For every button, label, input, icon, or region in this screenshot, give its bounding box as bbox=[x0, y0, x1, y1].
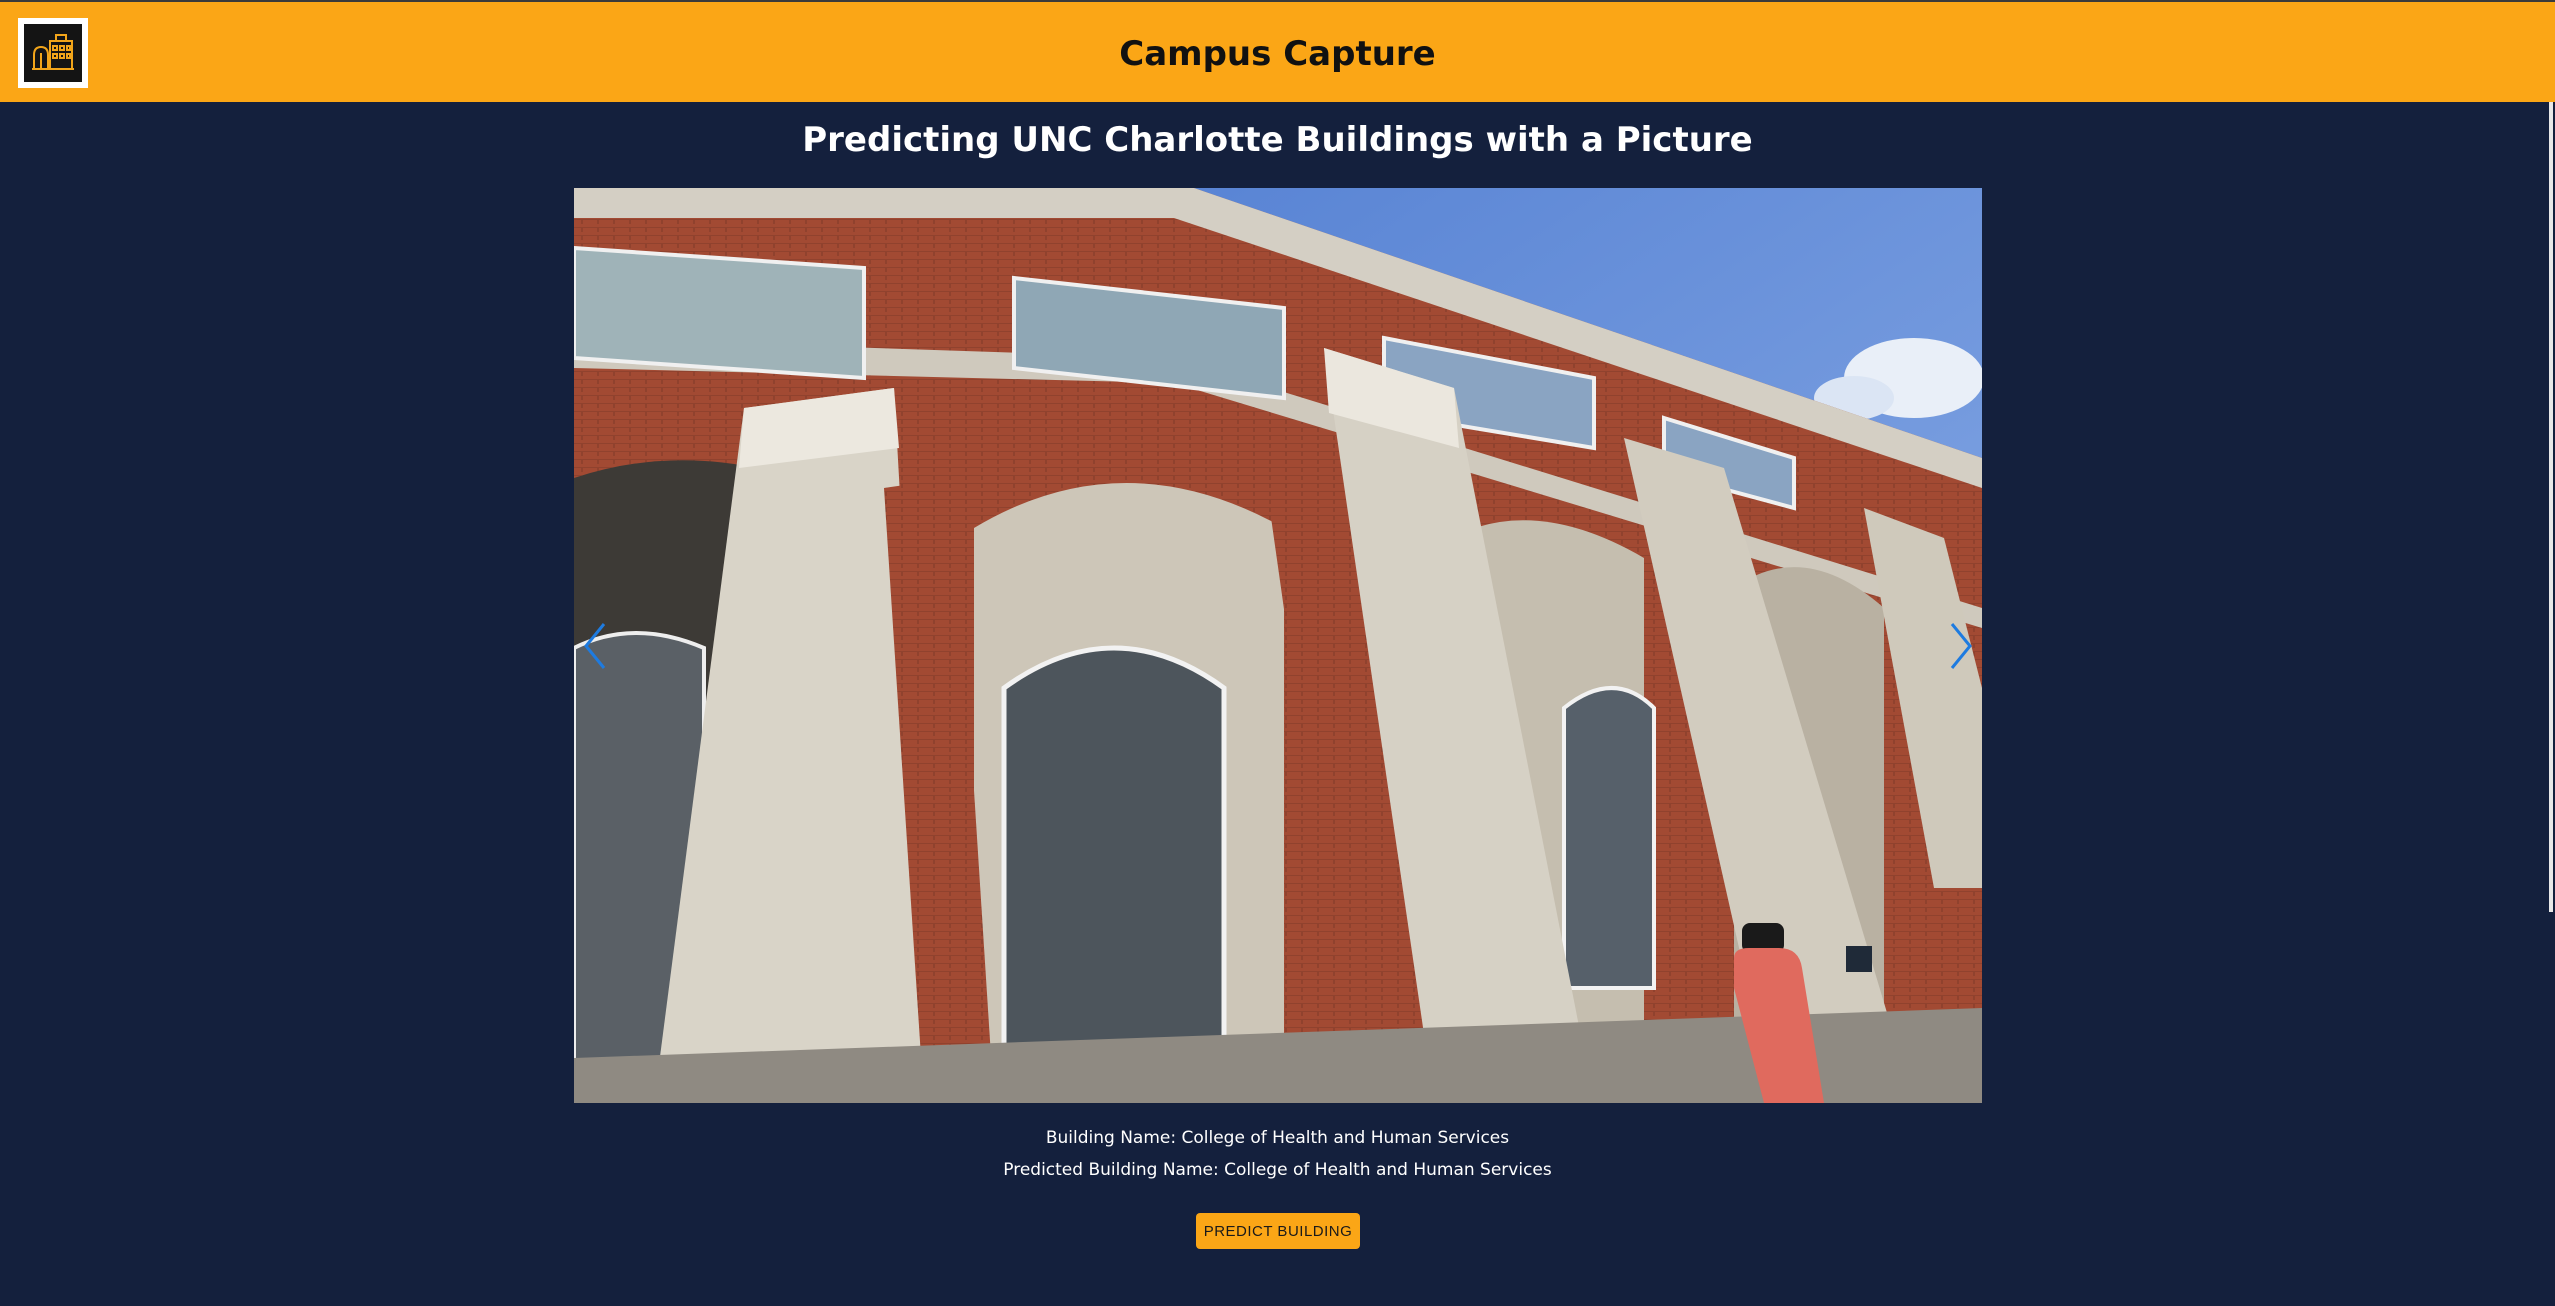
building-name-label: Building Name: College of Health and Hum… bbox=[1045, 1128, 1510, 1148]
predicted-building-name-label: Predicted Building Name: College of Heal… bbox=[1003, 1160, 1552, 1180]
predict-building-button[interactable]: PREDICT BUILDING bbox=[1196, 1213, 1360, 1249]
building-photo bbox=[574, 188, 1982, 1103]
chevron-right-icon bbox=[1950, 623, 1972, 669]
page-scrollbar[interactable] bbox=[2549, 102, 2553, 912]
image-carousel[interactable] bbox=[574, 188, 1982, 1103]
app-title: Campus Capture bbox=[1119, 34, 1436, 74]
chevron-left-icon bbox=[584, 623, 606, 669]
app-header: Campus Capture bbox=[0, 0, 2555, 102]
carousel-next-button[interactable] bbox=[1938, 616, 1978, 676]
page-title: Predicting UNC Charlotte Buildings with … bbox=[802, 120, 1753, 160]
carousel-prev-button[interactable] bbox=[578, 616, 618, 676]
